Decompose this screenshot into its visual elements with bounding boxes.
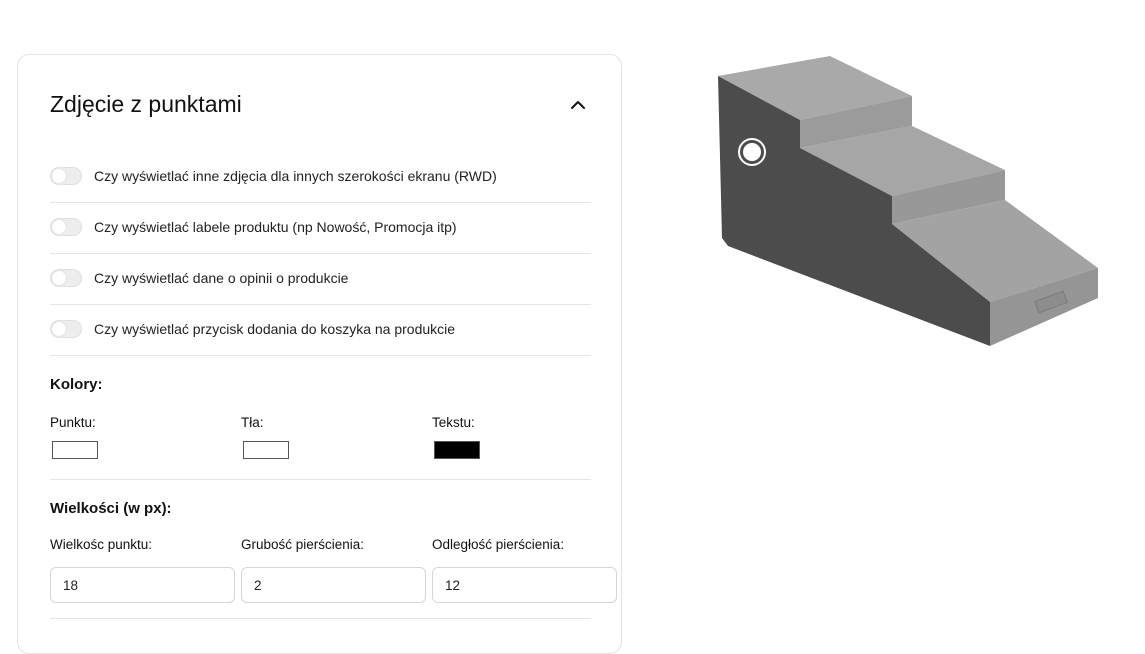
hotspot-point-icon (738, 138, 766, 166)
add-to-cart-toggle[interactable] (50, 320, 82, 338)
toggle-row-product-labels: Czy wyświetlać labele produktu (np Nowoś… (50, 203, 591, 254)
toggle-row-add-to-cart: Czy wyświetlać przycisk dodania do koszy… (50, 305, 591, 356)
add-to-cart-label: Czy wyświetlać przycisk dodania do koszy… (94, 321, 456, 337)
divider (50, 618, 591, 619)
pet-stairs-image (718, 56, 1098, 346)
point-size-label: Wielkośc punktu: (50, 537, 153, 552)
sizes-heading: Wielkości (w px): (50, 500, 172, 517)
colors-heading: Kolory: (50, 376, 103, 393)
product-labels-toggle[interactable] (50, 218, 82, 236)
toggle-knob (52, 271, 66, 285)
chevron-up-icon (571, 101, 585, 109)
point-color-swatch[interactable] (52, 441, 98, 459)
toggle-knob (52, 169, 66, 183)
background-color-swatch[interactable] (243, 441, 289, 459)
toggle-row-rwd-images: Czy wyświetlać inne zdjęcia dla innych s… (50, 152, 591, 203)
hotspot-image-settings-panel: Zdjęcie z punktami Czy wyświetlać inne z… (17, 54, 622, 654)
image-hotspot[interactable] (737, 137, 767, 167)
panel-title: Zdjęcie z punktami (50, 91, 242, 117)
text-color-swatch[interactable] (434, 441, 480, 459)
ring-width-input[interactable] (241, 567, 426, 603)
ring-distance-input[interactable] (432, 567, 617, 603)
toggle-knob (52, 322, 66, 336)
collapse-button[interactable] (568, 95, 588, 115)
point-size-input[interactable] (50, 567, 235, 603)
divider (50, 479, 591, 480)
background-color-label: Tła: (241, 415, 264, 430)
ring-width-label: Grubość pierścienia: (241, 537, 365, 552)
rwd-images-label: Czy wyświetlać inne zdjęcia dla innych s… (94, 168, 497, 184)
product-labels-label: Czy wyświetlać labele produktu (np Nowoś… (94, 219, 457, 235)
toggle-knob (52, 220, 66, 234)
point-color-label: Punktu: (50, 415, 96, 430)
toggle-row-product-reviews: Czy wyświetlać dane o opinii o produkcie (50, 254, 591, 305)
rwd-images-toggle[interactable] (50, 167, 82, 185)
text-color-label: Tekstu: (432, 415, 475, 430)
ring-distance-label: Odległość pierścienia: (432, 537, 565, 552)
product-reviews-toggle[interactable] (50, 269, 82, 287)
product-reviews-label: Czy wyświetlać dane o opinii o produkcie (94, 270, 349, 286)
